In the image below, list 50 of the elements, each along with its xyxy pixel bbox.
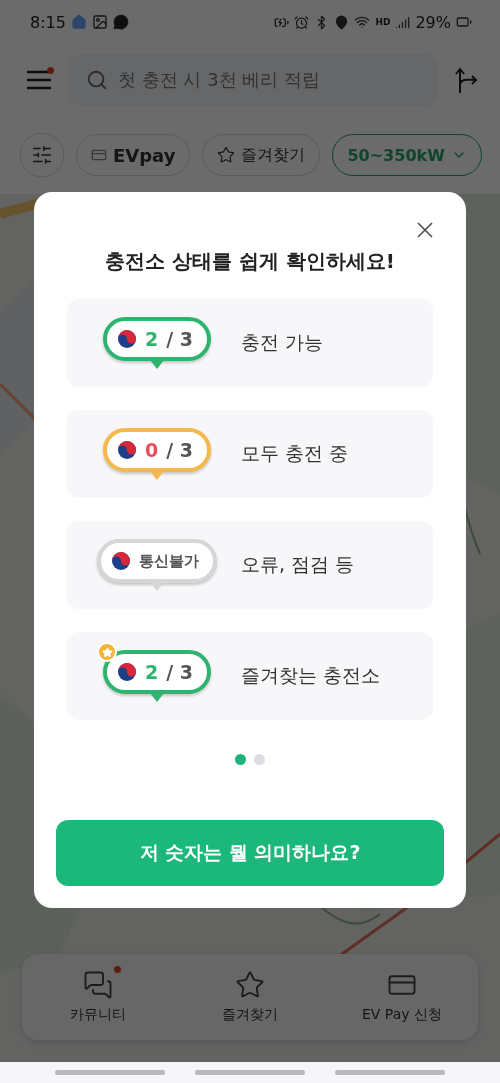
star-icon [235, 970, 265, 1000]
nav-handle[interactable] [335, 1070, 445, 1075]
nav-handle[interactable] [55, 1070, 165, 1075]
chat-icon [83, 970, 113, 1000]
home-icon [70, 14, 87, 30]
status-text: 통신불가 [139, 551, 199, 571]
total-count: / 3 [166, 661, 193, 683]
menu-icon [26, 69, 52, 91]
available-count: 2 [145, 328, 159, 350]
nav-handle[interactable] [195, 1070, 305, 1075]
filter-chip[interactable]: EVpay [76, 134, 191, 176]
location-icon [334, 14, 350, 30]
filter-settings-button[interactable] [20, 133, 64, 177]
dialog-title: 충전소 상태를 쉽게 확인하세요! [105, 248, 395, 275]
card-icon [91, 147, 107, 163]
taegeuk-icon [117, 440, 137, 460]
legend-label: 즐겨찾는 충전소 [241, 663, 381, 688]
settings-icon [31, 144, 53, 166]
page-dot[interactable] [254, 754, 265, 765]
nav-item[interactable]: 즐겨찾기 [174, 969, 326, 1025]
filter-chip[interactable]: 50~350kW [332, 134, 482, 176]
menu-button[interactable] [26, 69, 52, 91]
battery-percent: 29% [415, 12, 451, 32]
filter-chip[interactable]: 즐겨찾기 [202, 134, 321, 176]
signal-icon [395, 14, 411, 30]
chat-icon [112, 14, 129, 30]
total-count: / 3 [166, 439, 193, 461]
alarm-icon [294, 14, 310, 30]
search-icon [86, 69, 108, 91]
image-icon [91, 14, 108, 30]
available-count: 0 [145, 439, 159, 461]
taegeuk-icon [117, 662, 137, 682]
page-dot[interactable] [235, 754, 246, 765]
legend-label: 모두 충전 중 [241, 441, 349, 466]
star-icon [217, 146, 236, 164]
legend-label: 충전 가능 [241, 330, 324, 355]
nav-item[interactable]: 카뮤니티 [22, 969, 174, 1025]
taegeuk-icon [111, 551, 131, 571]
taegeuk-icon [117, 329, 137, 349]
hd-voice-label: HD [375, 17, 391, 27]
total-count: / 3 [166, 328, 193, 350]
available-count: 2 [145, 661, 159, 683]
wifi-icon [354, 14, 371, 30]
explain-button[interactable]: 저 숫자는 뭘 의미하나요? [56, 820, 444, 886]
nav-item[interactable]: EV Pay 신청 [326, 969, 478, 1025]
route-button[interactable] [454, 66, 478, 94]
legend-label: 오류, 점검 등 [241, 552, 355, 577]
route-icon [454, 66, 478, 94]
status-time: 8:15 [30, 12, 66, 32]
battery-icon [456, 14, 472, 30]
